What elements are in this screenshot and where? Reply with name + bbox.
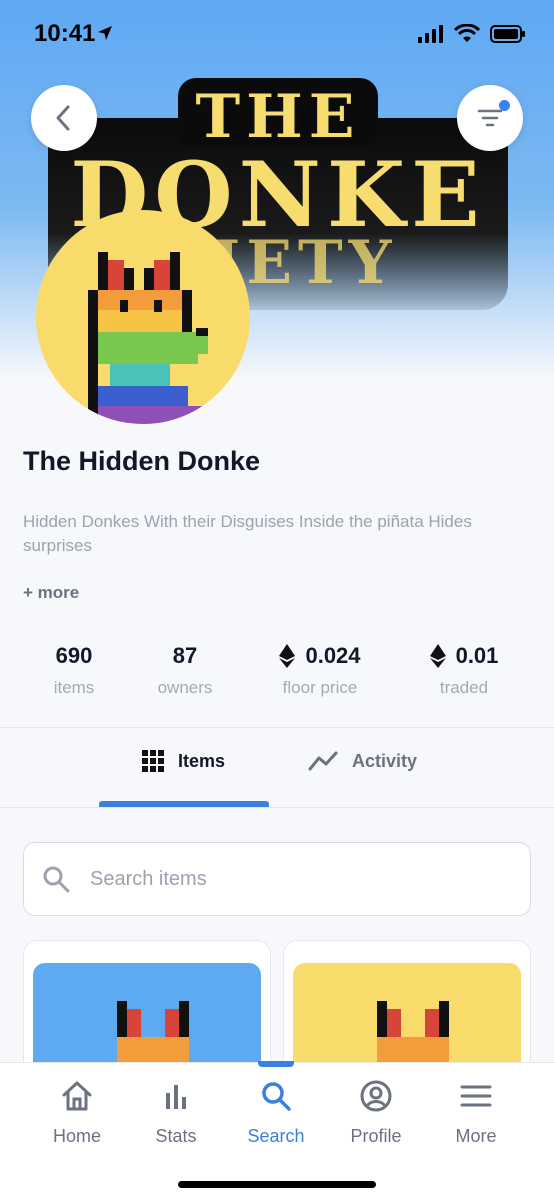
search-icon bbox=[262, 1082, 291, 1111]
back-button[interactable] bbox=[31, 85, 97, 151]
nav-stats[interactable]: Stats bbox=[126, 1079, 226, 1147]
stat-value: 0.01 bbox=[455, 643, 499, 668]
chevron-left-icon bbox=[56, 105, 70, 131]
tab-activity[interactable]: Activity bbox=[308, 750, 417, 772]
filter-button[interactable] bbox=[457, 85, 523, 151]
grid-icon bbox=[142, 750, 164, 772]
divider bbox=[0, 807, 554, 808]
tab-bar: Items Activity bbox=[0, 728, 554, 808]
chart-line-icon bbox=[308, 751, 338, 771]
filter-icon bbox=[477, 109, 503, 127]
stat-value: 690 bbox=[55, 643, 93, 668]
nav-more[interactable]: More bbox=[426, 1079, 526, 1147]
stat-value: 0.024 bbox=[305, 643, 361, 668]
nav-label: Profile bbox=[350, 1126, 402, 1146]
tab-items[interactable]: Items bbox=[142, 750, 225, 772]
tab-label: Activity bbox=[352, 750, 418, 771]
stat-label: floor price bbox=[282, 678, 358, 697]
collection-avatar bbox=[36, 210, 250, 424]
tab-label: Items bbox=[178, 750, 226, 771]
stat-label: owners bbox=[157, 678, 213, 697]
nav-home[interactable]: Home bbox=[27, 1079, 127, 1147]
stat-floor-price: 0.024 floor price bbox=[260, 640, 380, 698]
nav-label: Home bbox=[52, 1126, 101, 1146]
nav-label: Search bbox=[247, 1126, 305, 1146]
active-nav-indicator bbox=[258, 1061, 294, 1067]
bar-chart-icon bbox=[166, 1085, 186, 1109]
nav-label: Stats bbox=[155, 1126, 197, 1146]
user-circle-icon bbox=[360, 1080, 392, 1112]
wifi-icon bbox=[454, 24, 480, 42]
ethereum-icon bbox=[279, 644, 296, 668]
stat-items: 690 items bbox=[24, 640, 124, 698]
collection-title: The Hidden Donke bbox=[23, 446, 261, 476]
status-bar: 10:41 bbox=[0, 0, 554, 70]
home-indicator bbox=[178, 1181, 376, 1188]
menu-icon bbox=[460, 1085, 492, 1107]
cellular-signal-icon bbox=[418, 25, 443, 43]
nav-search[interactable]: Search bbox=[226, 1079, 326, 1147]
stat-label: items bbox=[53, 678, 95, 697]
nav-label: More bbox=[455, 1126, 497, 1146]
show-more-link[interactable]: + more bbox=[23, 583, 79, 603]
location-arrow-icon bbox=[98, 26, 112, 40]
filter-active-dot bbox=[499, 100, 510, 111]
search-icon bbox=[43, 866, 70, 893]
stat-owners: 87 owners bbox=[135, 640, 235, 698]
stat-traded: 0.01 traded bbox=[414, 640, 514, 698]
home-icon bbox=[62, 1081, 92, 1111]
search-box[interactable] bbox=[23, 842, 531, 916]
collection-description: Hidden Donkes With their Disguises Insid… bbox=[23, 512, 472, 555]
battery-icon bbox=[490, 25, 525, 43]
status-time: 10:41 bbox=[34, 20, 96, 47]
stat-label: traded bbox=[439, 678, 489, 697]
donke-pixel-art bbox=[88, 252, 208, 424]
collection-stats: 690 items 87 owners 0.024 floor price 0.… bbox=[0, 640, 554, 710]
bottom-navigation: Home Stats Search Profile More bbox=[0, 1061, 554, 1200]
stat-value: 87 bbox=[172, 643, 198, 668]
ethereum-icon bbox=[429, 644, 446, 668]
search-input[interactable] bbox=[90, 867, 470, 891]
nav-profile[interactable]: Profile bbox=[326, 1079, 426, 1147]
